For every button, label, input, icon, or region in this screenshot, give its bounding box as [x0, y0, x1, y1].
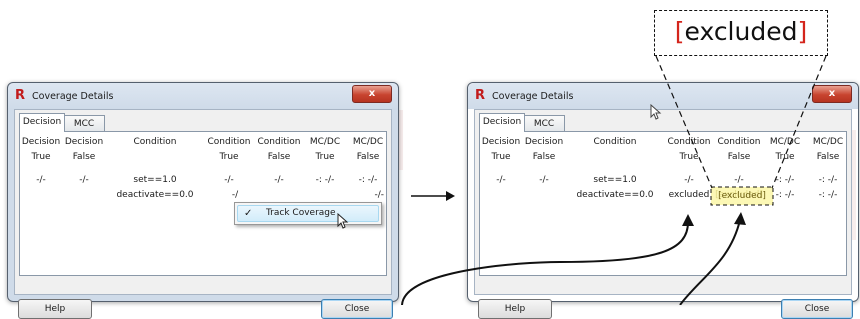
header-condition-true: Condition True: [667, 137, 711, 162]
zoom-callout-text: [excluded]: [655, 17, 827, 47]
row1-condition-true: -/-: [224, 175, 234, 185]
row1-condition: set==1.0: [133, 175, 177, 185]
row1-condition-false: -/-: [274, 175, 284, 185]
row1-mcdc-false: -: -/-: [358, 175, 378, 185]
menu-item-label: Track Coverage: [266, 208, 336, 218]
title-bar: R Coverage Details x: [468, 83, 858, 109]
context-menu: ✓ Track Coverage: [234, 202, 382, 225]
row1-mcdc-true: -: -/-: [775, 175, 795, 185]
dialog-title: Coverage Details: [492, 91, 574, 102]
close-button[interactable]: Close: [321, 299, 393, 319]
zoom-callout: [excluded]: [654, 10, 828, 56]
row1-mcdc-false: -: -/-: [818, 175, 838, 185]
header-mcdc-true: MC/DC True: [769, 137, 801, 162]
row2-mcdc-false-partial: -/-: [374, 190, 384, 200]
row2-condition: deactivate==0.0: [116, 190, 194, 200]
row1-decision-false: -/-: [79, 175, 89, 185]
header-mcdc-true: MC/DC True: [309, 137, 341, 162]
row2-condition-true-partial: -/: [231, 190, 239, 200]
row1-decision-true: -/-: [496, 175, 506, 185]
row1-condition-false: -/-: [734, 175, 744, 185]
coverage-dialog-after: R Coverage Details x Decision MCC Decisi…: [467, 82, 859, 319]
header-condition-true: Condition True: [207, 137, 251, 162]
row2-condition-true: excluded: [668, 190, 710, 200]
coverage-dialog-before: R Coverage Details x Decision MCC Decisi…: [7, 82, 399, 319]
cursor-icon: [650, 104, 662, 120]
header-decision-true: Decision True: [21, 137, 61, 162]
bracket-open: [: [674, 17, 685, 46]
help-button[interactable]: Help: [18, 299, 92, 319]
title-bar: R Coverage Details x: [8, 83, 398, 109]
header-decision-true: Decision True: [481, 137, 521, 162]
row1-mcdc-true: -: -/-: [315, 175, 335, 185]
bracket-close: ]: [797, 17, 808, 46]
header-decision-false: Decision False: [64, 137, 104, 162]
close-icon[interactable]: x: [812, 85, 852, 103]
callout-word: excluded: [684, 17, 798, 46]
row1-condition: set==1.0: [593, 175, 637, 185]
arrow-right-icon: [411, 191, 455, 201]
coverage-table: Decision True Decision False Condition Con…: [479, 131, 847, 276]
help-button[interactable]: Help: [478, 299, 552, 319]
excluded-cell-overlay: [excluded]: [718, 191, 766, 201]
row1-decision-false: -/-: [539, 175, 549, 185]
header-mcdc-false: MC/DC False: [812, 137, 844, 162]
tab-decision[interactable]: Decision: [479, 113, 525, 132]
close-icon[interactable]: x: [352, 85, 392, 103]
close-button[interactable]: Close: [781, 299, 853, 319]
header-mcdc-false: MC/DC False: [352, 137, 384, 162]
dialog-client: Decision MCC Decision True Decision False …: [474, 109, 853, 319]
tab-mcc[interactable]: MCC: [523, 115, 565, 132]
header-condition: Condition: [593, 137, 637, 147]
header-decision-false: Decision False: [524, 137, 564, 162]
row2-condition: deactivate==0.0: [576, 190, 654, 200]
header-condition: Condition: [133, 137, 177, 147]
row2-mcdc-false: -: -/-: [818, 190, 838, 200]
header-condition-false: Condition False: [717, 137, 761, 162]
cursor-icon: [337, 213, 349, 229]
dialog-title: Coverage Details: [32, 91, 114, 102]
tab-mcc[interactable]: MCC: [63, 115, 105, 132]
check-icon: ✓: [244, 208, 253, 219]
r-app-icon: R: [15, 88, 26, 103]
tab-decision[interactable]: Decision: [19, 113, 65, 132]
menu-item-track-coverage[interactable]: ✓ Track Coverage: [237, 205, 379, 222]
header-condition-false: Condition False: [257, 137, 301, 162]
row1-decision-true: -/-: [36, 175, 46, 185]
r-app-icon: R: [475, 88, 486, 103]
row1-condition-true: -/-: [684, 175, 694, 185]
